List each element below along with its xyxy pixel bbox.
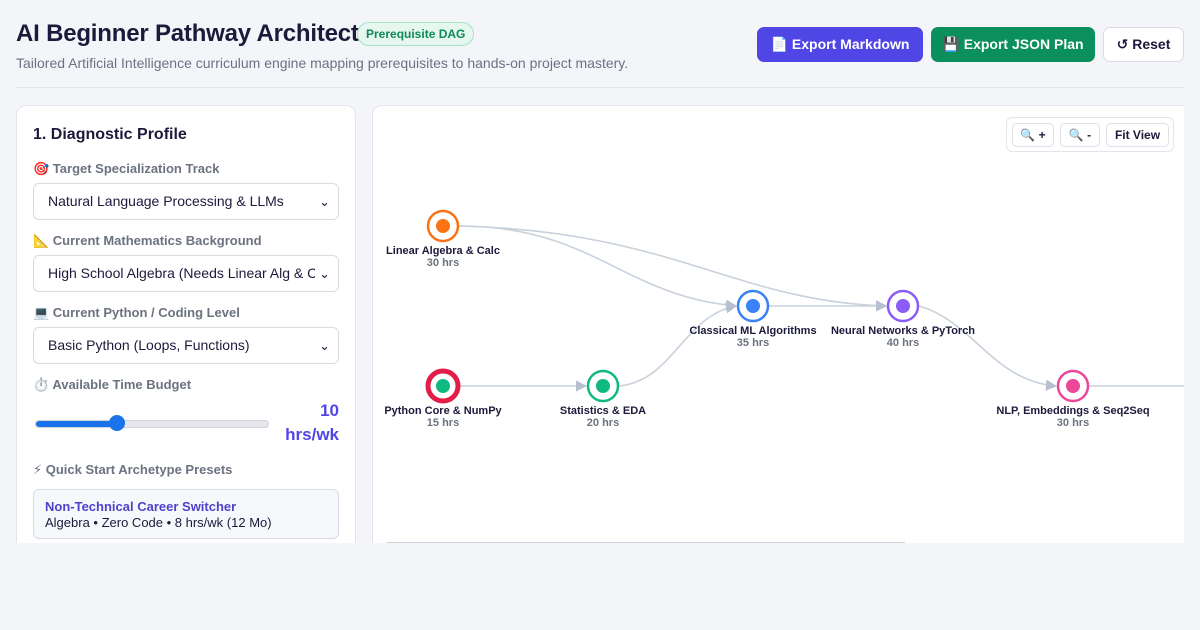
- graph-edges: [458, 225, 1184, 392]
- export-json-button[interactable]: 💾 Export JSON Plan: [931, 27, 1095, 62]
- math-label: 📐 Current Mathematics Background: [33, 233, 262, 248]
- horizontal-scrollbar[interactable]: [387, 542, 905, 543]
- slider-fill: [36, 421, 118, 427]
- time-budget-value: 10: [320, 401, 339, 420]
- node-name: Neural Networks & PyTorch: [831, 325, 975, 337]
- math-select[interactable]: High School Algebra (Needs Linear Alg & …: [33, 255, 339, 292]
- node-name: NLP, Embeddings & Seq2Seq: [996, 405, 1149, 417]
- node-hours: 20 hrs: [587, 417, 619, 429]
- time-budget-unit: hrs/wk: [285, 425, 339, 444]
- track-select-value: Natural Language Processing & LLMs: [48, 193, 284, 209]
- node-nlp[interactable]: NLP, Embeddings & Seq2Seq30 hrs: [996, 369, 1150, 429]
- export-markdown-button[interactable]: 📄 Export Markdown: [757, 27, 923, 62]
- python-select-value: Basic Python (Loops, Functions): [48, 337, 250, 353]
- slider-thumb[interactable]: [108, 415, 125, 431]
- node-name: Linear Algebra & Calc: [386, 245, 500, 257]
- node-name: Statistics & EDA: [560, 405, 646, 417]
- node-dot: [436, 219, 450, 233]
- zoom-out-button[interactable]: 🔍 -: [1060, 123, 1100, 147]
- edge-stats-to-ml: [618, 302, 738, 387]
- node-ml[interactable]: Classical ML Algorithms35 hrs: [689, 289, 817, 349]
- time-budget-slider[interactable]: [35, 420, 269, 428]
- node-dot: [596, 379, 610, 393]
- node-name: Python Core & NumPy: [384, 405, 502, 417]
- preset-description: Algebra • Zero Code • 8 hrs/wk (12 Mo): [45, 515, 272, 530]
- python-label: 💻 Current Python / Coding Level: [33, 305, 240, 320]
- fit-view-button[interactable]: Fit View: [1106, 123, 1169, 147]
- page-header: AI Beginner Pathway Architect Prerequisi…: [16, 18, 1184, 88]
- node-hours: 30 hrs: [427, 257, 459, 269]
- chevron-down-icon: ⌄: [315, 184, 330, 219]
- node-name: Classical ML Algorithms: [689, 325, 816, 337]
- node-python[interactable]: Python Core & NumPy15 hrs: [384, 368, 503, 429]
- page-subtitle: Tailored Artificial Intelligence curricu…: [16, 55, 629, 71]
- presets-label: ⚡ Quick Start Archetype Presets: [33, 462, 233, 477]
- node-stats[interactable]: Statistics & EDA20 hrs: [560, 369, 646, 429]
- panel-title: 1. Diagnostic Profile: [33, 126, 187, 143]
- time-budget-label: ⏱️ Available Time Budget: [33, 377, 192, 392]
- chevron-down-icon: ⌄: [315, 328, 330, 363]
- edge-nn-to-nlp: [918, 305, 1058, 391]
- node-linalg[interactable]: Linear Algebra & Calc30 hrs: [386, 209, 500, 269]
- node-dot: [746, 299, 760, 313]
- node-hours: 30 hrs: [1057, 417, 1089, 429]
- node-nn[interactable]: Neural Networks & PyTorch40 hrs: [831, 289, 975, 349]
- page-title: AI Beginner Pathway Architect: [16, 20, 359, 47]
- preset-name: Non-Technical Career Switcher: [45, 499, 237, 514]
- track-label: 🎯 Target Specialization Track: [33, 161, 220, 176]
- node-hours: 40 hrs: [887, 337, 919, 349]
- node-hours: 15 hrs: [427, 417, 459, 429]
- node-dot: [436, 379, 450, 393]
- track-select[interactable]: Natural Language Processing & LLMs ⌄: [33, 183, 339, 220]
- zoom-in-button[interactable]: 🔍 +: [1012, 123, 1054, 147]
- node-dot: [1066, 379, 1080, 393]
- prerequisite-graph-panel: Linear Algebra & Calc 30 hrs Python Core &…: [372, 105, 1184, 543]
- node-dot: [896, 299, 910, 313]
- chevron-down-icon: ⌄: [315, 256, 330, 291]
- zoom-controls: 🔍 + 🔍 - Fit View: [1006, 117, 1174, 152]
- dag-badge: Prerequisite DAG: [357, 22, 475, 46]
- graph-nodes: Linear Algebra & Calc30 hrsPython Core &…: [384, 209, 1150, 429]
- diagnostic-profile-panel: 1. Diagnostic Profile 🎯 Target Specializ…: [16, 105, 356, 543]
- prerequisite-dag[interactable]: Linear Algebra & Calc30 hrsPython Core &…: [373, 106, 1184, 543]
- node-hours: 35 hrs: [737, 337, 769, 349]
- preset-card[interactable]: Non-Technical Career Switcher Algebra • …: [33, 489, 339, 539]
- python-select[interactable]: Basic Python (Loops, Functions) ⌄: [33, 327, 339, 364]
- math-select-value: High School Algebra (Needs Linear Alg & …: [48, 265, 318, 281]
- edge-linalg-to-nn: [458, 225, 888, 312]
- reset-button[interactable]: ↺ Reset: [1103, 27, 1184, 62]
